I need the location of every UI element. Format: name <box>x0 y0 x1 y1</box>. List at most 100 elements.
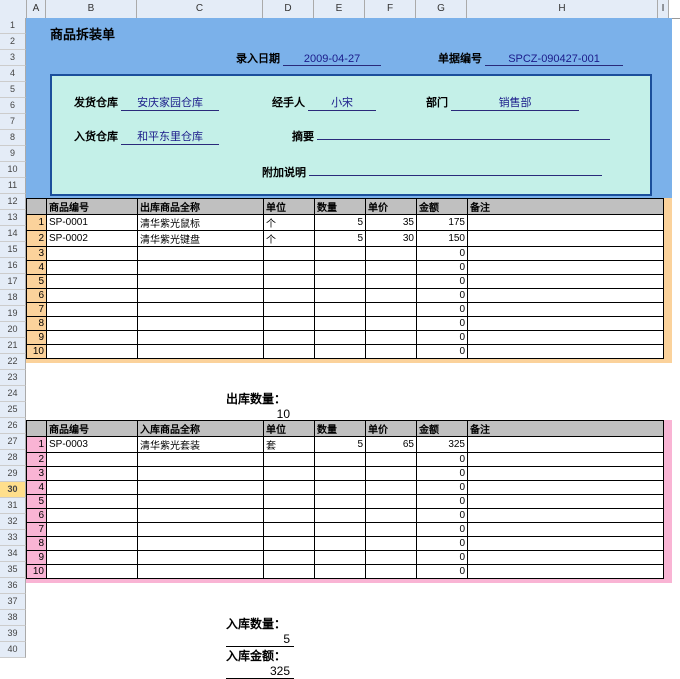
row-header-40[interactable]: 40 <box>0 642 26 658</box>
cell[interactable] <box>264 481 315 495</box>
cell[interactable] <box>138 345 264 359</box>
table-row[interactable]: 50 <box>27 495 664 509</box>
cell[interactable] <box>264 467 315 481</box>
cell[interactable]: 清华紫光套装 <box>138 437 264 453</box>
cell[interactable] <box>264 247 315 261</box>
cell[interactable] <box>468 523 664 537</box>
cell[interactable] <box>47 565 138 579</box>
cell[interactable]: 0 <box>417 551 468 565</box>
cell[interactable]: 4 <box>27 261 47 275</box>
cell[interactable] <box>468 537 664 551</box>
cell[interactable] <box>138 523 264 537</box>
cell[interactable]: 0 <box>417 481 468 495</box>
cell[interactable] <box>366 331 417 345</box>
col-header-F[interactable]: F <box>365 0 416 18</box>
table-row[interactable]: 1SP-0001清华紫光鼠标个535175 <box>27 215 664 231</box>
cell[interactable]: 8 <box>27 537 47 551</box>
cell[interactable] <box>366 303 417 317</box>
cell[interactable] <box>315 467 366 481</box>
cell[interactable] <box>315 565 366 579</box>
cell[interactable] <box>366 247 417 261</box>
cell[interactable]: 4 <box>27 481 47 495</box>
cell[interactable]: 35 <box>366 215 417 231</box>
cell[interactable] <box>264 331 315 345</box>
cell[interactable] <box>315 523 366 537</box>
row-header-2[interactable]: 2 <box>0 34 26 50</box>
cell[interactable] <box>366 261 417 275</box>
row-header-35[interactable]: 35 <box>0 562 26 578</box>
cell[interactable]: 2 <box>27 453 47 467</box>
col-header-B[interactable]: B <box>46 0 137 18</box>
cell[interactable] <box>264 565 315 579</box>
row-header-20[interactable]: 20 <box>0 322 26 338</box>
row-header-33[interactable]: 33 <box>0 530 26 546</box>
cell[interactable]: 2 <box>27 231 47 247</box>
cell[interactable]: 5 <box>315 231 366 247</box>
cell[interactable]: 个 <box>264 215 315 231</box>
cell[interactable]: 清华紫光鼠标 <box>138 215 264 231</box>
cell[interactable]: 6 <box>27 509 47 523</box>
cell[interactable] <box>366 467 417 481</box>
cell[interactable] <box>366 275 417 289</box>
cell[interactable]: 30 <box>366 231 417 247</box>
cell[interactable]: 0 <box>417 331 468 345</box>
outbound-table[interactable]: 商品编号 出库商品全称 单位 数量 单价 金额 备注 1SP-0001清华紫光鼠… <box>26 198 664 359</box>
cell[interactable] <box>468 481 664 495</box>
row-header-3[interactable]: 3 <box>0 50 26 66</box>
cell[interactable] <box>468 303 664 317</box>
row-header-32[interactable]: 32 <box>0 514 26 530</box>
cell[interactable]: 175 <box>417 215 468 231</box>
cell[interactable] <box>138 467 264 481</box>
col-header-H[interactable]: H <box>467 0 658 18</box>
cell[interactable] <box>47 509 138 523</box>
row-header-24[interactable]: 24 <box>0 386 26 402</box>
cell[interactable] <box>138 261 264 275</box>
cell[interactable] <box>47 331 138 345</box>
cell[interactable] <box>264 453 315 467</box>
cell[interactable]: 5 <box>315 215 366 231</box>
cell[interactable] <box>47 289 138 303</box>
cell[interactable] <box>468 345 664 359</box>
cell[interactable] <box>138 453 264 467</box>
cell[interactable] <box>47 261 138 275</box>
row-header-8[interactable]: 8 <box>0 130 26 146</box>
col-header-I[interactable]: I <box>658 0 669 18</box>
row-header-9[interactable]: 9 <box>0 146 26 162</box>
cell[interactable]: 1 <box>27 437 47 453</box>
cell[interactable] <box>47 247 138 261</box>
row-header-23[interactable]: 23 <box>0 370 26 386</box>
row-header-19[interactable]: 19 <box>0 306 26 322</box>
cell[interactable]: SP-0002 <box>47 231 138 247</box>
cell[interactable] <box>138 303 264 317</box>
cell[interactable]: 0 <box>417 261 468 275</box>
table-row[interactable]: 80 <box>27 317 664 331</box>
cell[interactable] <box>468 453 664 467</box>
cell[interactable]: 0 <box>417 303 468 317</box>
out-warehouse-value[interactable]: 安庆家园仓库 <box>121 94 219 111</box>
cell[interactable] <box>468 509 664 523</box>
select-all-cell[interactable] <box>0 0 27 18</box>
table-row[interactable]: 100 <box>27 345 664 359</box>
date-value[interactable]: 2009-04-27 <box>283 53 381 66</box>
table-row[interactable]: 90 <box>27 331 664 345</box>
cell[interactable] <box>138 247 264 261</box>
cell[interactable] <box>366 495 417 509</box>
row-header-39[interactable]: 39 <box>0 626 26 642</box>
row-header-16[interactable]: 16 <box>0 258 26 274</box>
cell[interactable] <box>315 551 366 565</box>
row-header-38[interactable]: 38 <box>0 610 26 626</box>
cell[interactable]: 10 <box>27 565 47 579</box>
col-header-G[interactable]: G <box>416 0 467 18</box>
cell[interactable]: SP-0003 <box>47 437 138 453</box>
cell[interactable] <box>366 551 417 565</box>
cell[interactable] <box>315 317 366 331</box>
cell[interactable]: 个 <box>264 231 315 247</box>
cell[interactable] <box>264 317 315 331</box>
in-warehouse-value[interactable]: 和平东里仓库 <box>121 128 219 145</box>
table-row[interactable]: 80 <box>27 537 664 551</box>
cell[interactable] <box>468 231 664 247</box>
extra-value[interactable] <box>309 175 602 176</box>
row-header-34[interactable]: 34 <box>0 546 26 562</box>
table-row[interactable]: 70 <box>27 303 664 317</box>
table-row[interactable]: 60 <box>27 509 664 523</box>
